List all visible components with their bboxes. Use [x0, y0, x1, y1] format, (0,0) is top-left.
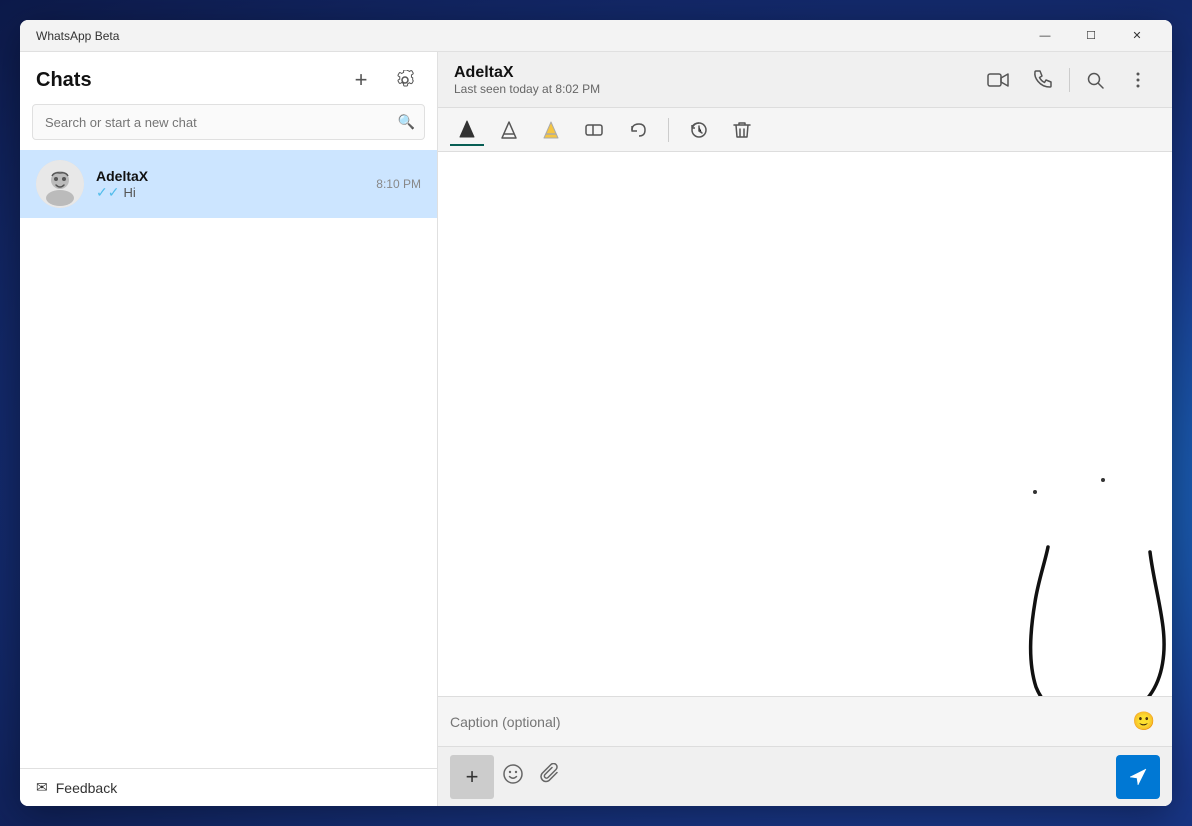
close-button[interactable]: ✕	[1114, 20, 1160, 52]
drawing-send-bar: +	[438, 746, 1172, 806]
smiley-icon	[502, 763, 524, 785]
eraser-icon	[584, 121, 604, 139]
title-bar-controls: — ☐ ✕	[1022, 20, 1160, 52]
history-icon	[689, 120, 709, 140]
double-check-icon: ✓✓	[96, 184, 119, 201]
more-options-button[interactable]	[1120, 66, 1156, 94]
new-chat-button[interactable]: +	[345, 64, 377, 96]
chat-last-seen: Last seen today at 8:02 PM	[454, 82, 967, 96]
minimize-button[interactable]: —	[1022, 20, 1068, 52]
avatar-adeltax	[36, 160, 84, 208]
chat-input-actions	[502, 763, 560, 790]
maximize-button[interactable]: ☐	[1068, 20, 1114, 52]
emoji-icon: 🙂	[1133, 711, 1155, 732]
toolbar-divider	[668, 118, 669, 142]
undo-button[interactable]	[620, 114, 656, 146]
search-icon	[1086, 71, 1104, 89]
chat-preview-text: Hi	[123, 185, 135, 200]
gear-icon	[395, 70, 415, 90]
sidebar-header-actions: +	[345, 64, 421, 96]
header-divider	[1069, 68, 1070, 92]
send-button[interactable]	[1116, 755, 1160, 799]
trash-icon	[733, 120, 751, 140]
drawing-toolbar	[438, 108, 1172, 152]
phone-icon	[1033, 70, 1053, 90]
caption-input[interactable]	[450, 714, 1120, 730]
emoji-input-button[interactable]	[502, 763, 524, 790]
sidebar-title: Chats	[36, 69, 92, 92]
history-button[interactable]	[681, 114, 717, 146]
drawing-editor: 🙂 +	[438, 108, 1172, 806]
paperclip-icon	[540, 763, 560, 785]
highlight-icon	[542, 120, 560, 140]
sidebar-footer: ✉ Feedback	[20, 768, 437, 806]
chat-contact-name: AdeltaX	[454, 64, 967, 82]
chat-info-adeltax: AdeltaX ✓✓ Hi	[96, 168, 364, 201]
settings-button[interactable]	[389, 64, 421, 96]
video-call-button[interactable]	[979, 68, 1017, 92]
undo-icon	[628, 121, 648, 139]
pen-down2-icon	[500, 120, 518, 140]
chat-header-info: AdeltaX Last seen today at 8:02 PM	[454, 64, 967, 96]
more-icon	[1128, 70, 1148, 90]
search-bar: 🔍	[32, 104, 425, 140]
chat-header-actions	[979, 66, 1156, 94]
emoji-button[interactable]: 🙂	[1128, 706, 1160, 738]
drawing-caption-area: 🙂	[438, 696, 1172, 746]
eraser-tool-button[interactable]	[576, 114, 612, 146]
chat-preview-adeltax: ✓✓ Hi	[96, 184, 364, 201]
feedback-button[interactable]: ✉ Feedback	[36, 779, 117, 796]
chat-header: AdeltaX Last seen today at 8:02 PM	[438, 52, 1172, 108]
sidebar-header: Chats +	[20, 52, 437, 104]
chat-item-adeltax[interactable]: AdeltaX ✓✓ Hi 8:10 PM	[20, 150, 437, 218]
app-body: Chats + 🔍	[20, 52, 1172, 806]
app-title: WhatsApp Beta	[36, 29, 119, 43]
search-chat-button[interactable]	[1078, 67, 1112, 93]
highlight-tool-button[interactable]	[534, 114, 568, 146]
add-media-button[interactable]: +	[450, 755, 494, 799]
feedback-label: Feedback	[56, 780, 117, 796]
chat-name-adeltax: AdeltaX	[96, 168, 364, 184]
voice-call-button[interactable]	[1025, 66, 1061, 94]
attachment-button[interactable]	[540, 763, 560, 790]
search-icon: 🔍	[398, 114, 415, 131]
chat-time-adeltax: 8:10 PM	[376, 177, 421, 191]
delete-drawing-button[interactable]	[725, 114, 759, 146]
app-window: WhatsApp Beta — ☐ ✕ Chats +	[20, 20, 1172, 806]
sidebar: Chats + 🔍	[20, 52, 438, 806]
drawing-canvas[interactable]	[438, 152, 1172, 696]
feedback-icon: ✉	[36, 779, 48, 796]
chat-list: AdeltaX ✓✓ Hi 8:10 PM	[20, 150, 437, 768]
title-bar: WhatsApp Beta — ☐ ✕	[20, 20, 1172, 52]
pen-tool-button[interactable]	[450, 114, 484, 146]
chat-area: AdeltaX Last seen today at 8:02 PM	[438, 52, 1172, 806]
drawing-svg	[438, 152, 1172, 696]
pen2-tool-button[interactable]	[492, 114, 526, 146]
send-icon	[1128, 767, 1148, 787]
plus-icon: +	[466, 764, 479, 790]
video-icon	[987, 72, 1009, 88]
search-input[interactable]	[32, 104, 425, 140]
pen-down-icon	[458, 119, 476, 139]
